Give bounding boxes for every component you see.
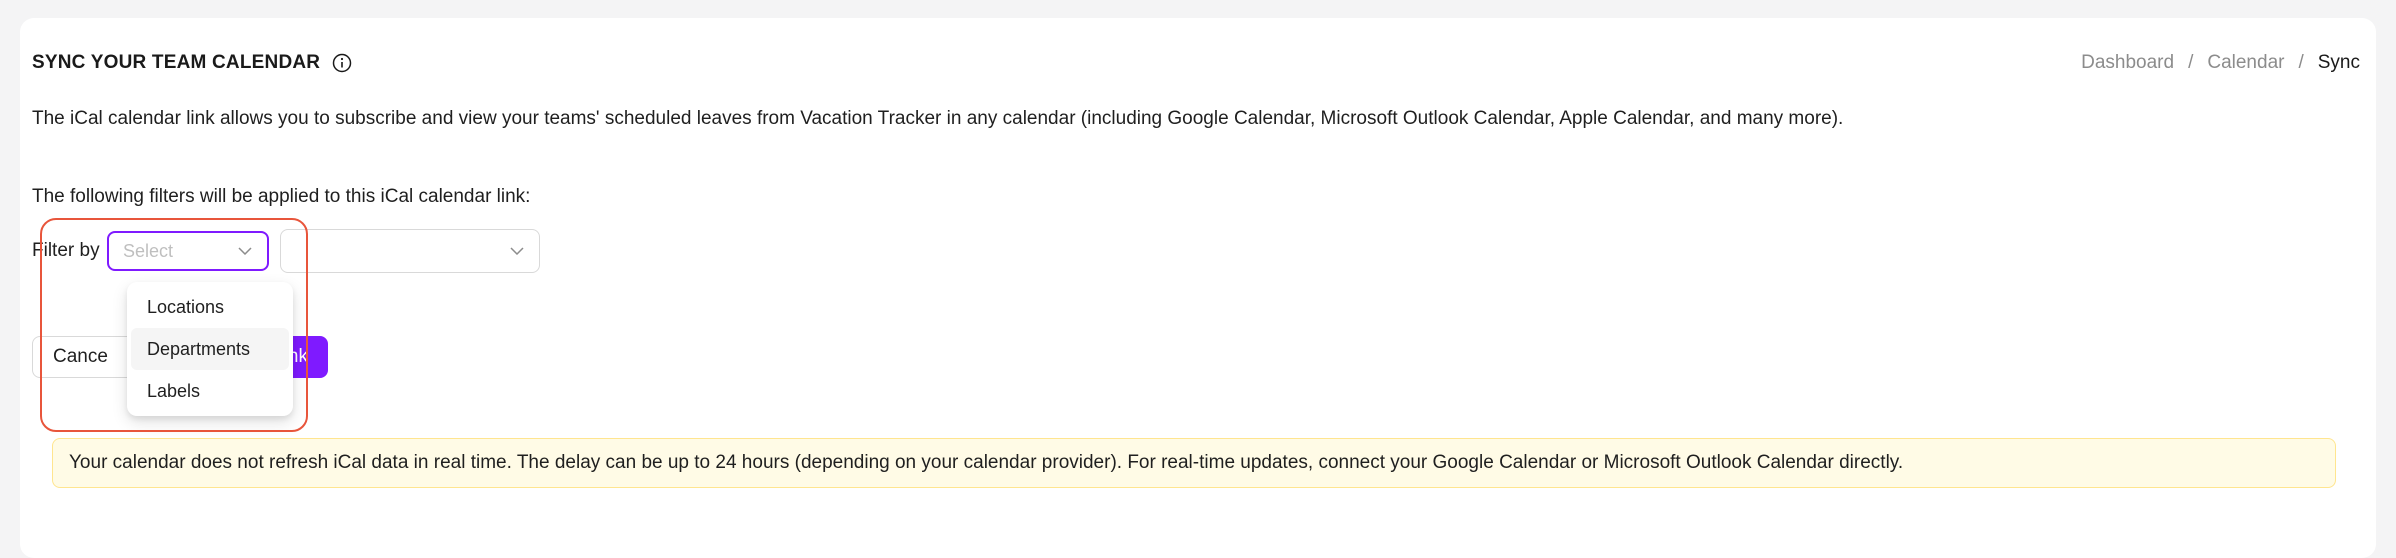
chevron-down-icon [238,247,252,256]
dropdown-option-locations[interactable]: Locations [131,286,289,328]
dropdown-option-departments[interactable]: Departments [131,328,289,370]
dropdown-option-labels[interactable]: Labels [131,370,289,412]
breadcrumb-calendar[interactable]: Calendar [2207,52,2284,74]
breadcrumb-separator: / [2298,52,2304,73]
breadcrumb-sync: Sync [2317,52,2360,73]
filters-intro: The following filters will be applied to… [32,186,531,207]
filter-type-select[interactable]: Select [107,231,269,271]
breadcrumb: Dashboard / Calendar / Sync [2081,52,2360,74]
filter-value-select[interactable] [280,229,540,273]
chevron-down-icon [510,247,524,256]
info-circle-icon[interactable] [332,53,352,73]
filter-type-dropdown: Locations Departments Labels [127,282,293,416]
filter-by-label: Filter by [32,240,100,261]
breadcrumb-separator: / [2188,52,2194,73]
select-placeholder: Select [123,240,174,261]
refresh-warning-notice: Your calendar does not refresh iCal data… [52,438,2336,488]
page-title: SYNC YOUR TEAM CALENDAR [32,52,321,73]
breadcrumb-dashboard[interactable]: Dashboard [2081,52,2174,74]
ical-description: The iCal calendar link allows you to sub… [32,108,1844,129]
title-row: SYNC YOUR TEAM CALENDAR [32,52,352,74]
